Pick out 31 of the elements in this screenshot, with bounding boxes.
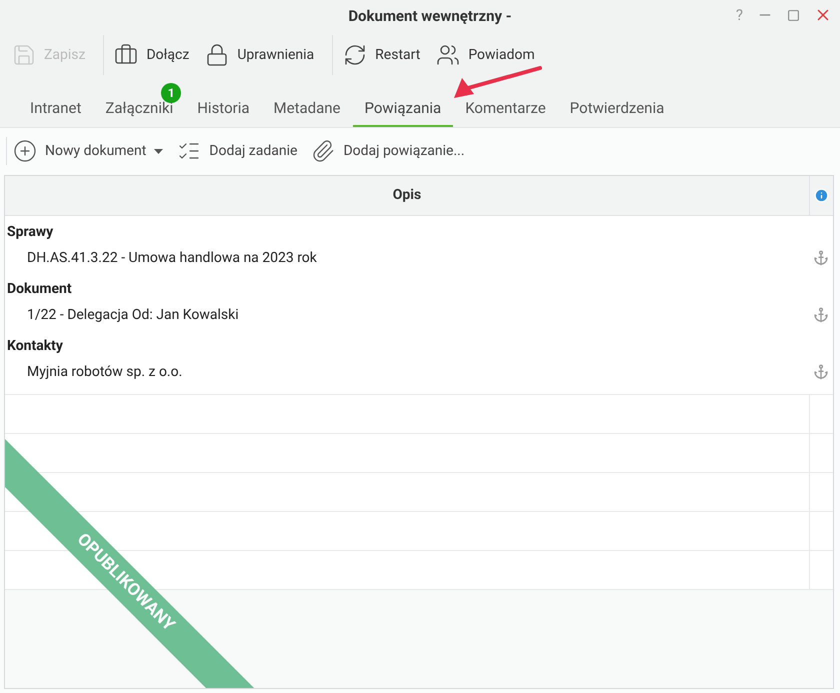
action-button[interactable]: Nowy dokument xyxy=(13,139,164,163)
info-icon[interactable] xyxy=(814,188,829,203)
paperclip-icon xyxy=(311,139,336,163)
anchor-icon[interactable] xyxy=(813,307,829,323)
action-button[interactable]: Dodaj zadanie xyxy=(177,139,298,163)
anchor-icon[interactable] xyxy=(813,250,829,266)
group-header: Dokument xyxy=(7,280,72,299)
plus-circle-icon xyxy=(13,139,37,163)
window-title: Dokument wewnętrzny - xyxy=(348,6,512,25)
table-cell-text: Myjnia robotów sp. z o.o. xyxy=(27,362,184,382)
action-button[interactable]: Dodaj powiązanie... xyxy=(311,139,465,163)
anchor-icon[interactable] xyxy=(813,364,829,380)
tab[interactable]: Potwierdzenia xyxy=(558,91,676,127)
tab[interactable]: Metadane xyxy=(262,91,352,127)
caret-icon[interactable] xyxy=(154,148,164,154)
people-icon xyxy=(436,43,460,67)
group-header: Kontakty xyxy=(7,337,63,356)
toolbar-button[interactable]: Restart xyxy=(339,43,424,67)
refresh-icon xyxy=(343,43,368,67)
table-cell-text: 1/22 - Delegacja Od: Jan Kowalski xyxy=(27,306,240,324)
tab[interactable]: Historia xyxy=(185,91,262,127)
padlock-icon xyxy=(205,43,230,67)
toolbar-button[interactable]: Dołącz xyxy=(110,43,194,67)
table-cell-text: DH.AS.41.3.22 - Umowa handlowa na 2023 rok xyxy=(27,248,318,268)
tab[interactable]: Intranet xyxy=(18,91,94,127)
toolbar-button[interactable]: Powiadom xyxy=(432,43,539,67)
group-header: Sprawy xyxy=(7,223,54,242)
toolbar-button[interactable]: Uprawnienia xyxy=(201,43,318,67)
tab[interactable]: Komentarze xyxy=(453,91,558,127)
count-badge: 1 xyxy=(161,83,182,103)
maximize-icon[interactable] xyxy=(787,8,800,22)
